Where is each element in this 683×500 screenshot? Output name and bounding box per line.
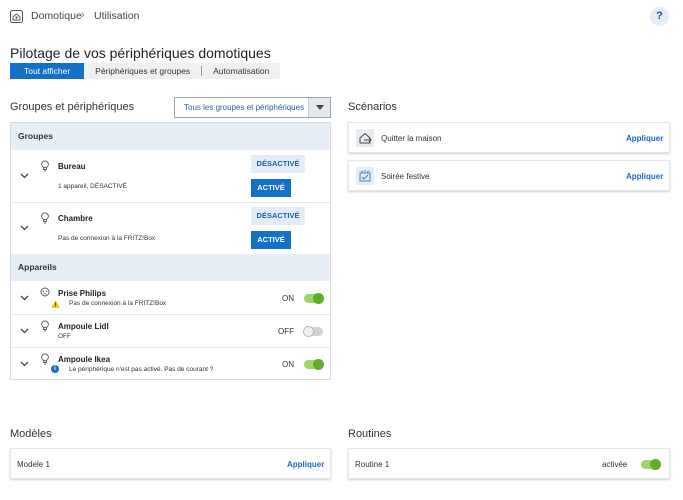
group-status: 1 appareil, DÉSACTIVÉ bbox=[58, 183, 128, 190]
group-deactivate-button[interactable]: DÉSACTIVÉ bbox=[251, 207, 305, 225]
device-status: Pas de connexion à la FRITZ!Box bbox=[69, 300, 167, 307]
device-state-label: ON bbox=[282, 360, 294, 369]
filter-selected-value: Tous les groupes et périphériques bbox=[184, 103, 305, 112]
party-icon bbox=[356, 167, 374, 185]
device-name: Ampoule Lidl bbox=[58, 322, 109, 331]
routine-state-label: activée bbox=[602, 460, 628, 469]
chevron-down-icon[interactable] bbox=[20, 328, 29, 334]
page-title: Pilotage de vos périphériques domotiques bbox=[10, 45, 271, 61]
chevron-down-icon[interactable] bbox=[20, 173, 29, 179]
routine-toggle[interactable] bbox=[641, 459, 661, 470]
routines-section-title: Routines bbox=[348, 428, 392, 440]
plug-icon bbox=[40, 287, 50, 297]
group-activate-button[interactable]: ACTIVÉ bbox=[251, 179, 291, 197]
leave-home-icon bbox=[356, 129, 374, 147]
toggle-knob bbox=[313, 293, 324, 304]
group-status: Pas de connexion à la FRITZ!Box bbox=[58, 235, 156, 242]
tab-automatisation[interactable]: Automatisation bbox=[202, 63, 280, 79]
warning-icon bbox=[51, 300, 60, 308]
chevron-down-icon[interactable] bbox=[20, 295, 29, 301]
model-card[interactable]: Modele 1 Appliquer bbox=[10, 448, 331, 479]
device-toggle[interactable] bbox=[304, 293, 324, 304]
chevron-down-icon[interactable] bbox=[20, 361, 29, 367]
device-state-label: OFF bbox=[278, 327, 294, 336]
info-icon: i bbox=[51, 365, 59, 373]
model-apply-link[interactable]: Appliquer bbox=[287, 460, 324, 469]
row-divider bbox=[11, 314, 330, 315]
scenarios-section-title: Scénarios bbox=[348, 101, 397, 113]
dropdown-button[interactable] bbox=[308, 98, 330, 117]
device-name: Ampoule Ikea bbox=[58, 355, 111, 364]
routine-name: Routine 1 bbox=[355, 460, 390, 469]
bulb-icon bbox=[41, 320, 49, 332]
group-filter-select[interactable]: Tous les groupes et périphériques bbox=[174, 97, 331, 118]
view-tabs: Tout afficher Périphériques et groupes A… bbox=[10, 63, 281, 79]
scenario-name: Quitter la maison bbox=[381, 134, 442, 143]
scenario-card[interactable]: Soirée festive Appliquer bbox=[348, 160, 670, 191]
models-section-title: Modèles bbox=[10, 428, 52, 440]
breadcrumb-current: Utilisation bbox=[94, 10, 140, 22]
group-activate-button[interactable]: ACTIVÉ bbox=[251, 231, 291, 249]
device-name: Prise Philips bbox=[58, 289, 107, 298]
groups-header-label: Groupes bbox=[18, 131, 53, 141]
devices-header-label: Appareils bbox=[18, 262, 57, 272]
device-status: Le périphérique n'est pas activé. Pas de… bbox=[69, 366, 214, 373]
breadcrumb-root[interactable]: Domotique bbox=[31, 10, 82, 22]
bulb-icon bbox=[41, 212, 49, 224]
toggle-knob bbox=[303, 326, 314, 337]
tab-tout-afficher[interactable]: Tout afficher bbox=[10, 63, 85, 79]
help-button[interactable]: ? bbox=[650, 7, 669, 26]
bulb-icon bbox=[41, 353, 49, 365]
group-name: Chambre bbox=[58, 214, 93, 223]
scenario-name: Soirée festive bbox=[381, 172, 430, 181]
group-deactivate-button[interactable]: DÉSACTIVÉ bbox=[251, 155, 305, 173]
group-name: Bureau bbox=[58, 162, 86, 171]
devices-panel: Groupes Bureau 1 appareil, DÉSACTIVÉ DÉS… bbox=[10, 122, 331, 380]
device-toggle[interactable] bbox=[304, 359, 324, 370]
device-toggle[interactable] bbox=[303, 326, 323, 337]
scenario-apply-link[interactable]: Appliquer bbox=[626, 172, 663, 181]
scenario-apply-link[interactable]: Appliquer bbox=[626, 134, 663, 143]
tab-peripheriques-groupes[interactable]: Périphériques et groupes bbox=[84, 63, 201, 79]
devices-section-title: Groupes et périphériques bbox=[10, 101, 135, 113]
chevron-down-icon[interactable] bbox=[20, 225, 29, 231]
bulb-icon bbox=[41, 160, 49, 172]
devices-header: Appareils bbox=[11, 254, 330, 281]
routine-card[interactable]: Routine 1 activée bbox=[348, 448, 670, 479]
toggle-knob bbox=[650, 459, 661, 470]
device-state-label: ON bbox=[282, 294, 294, 303]
row-divider bbox=[11, 202, 330, 203]
scenario-card[interactable]: Quitter la maison Appliquer bbox=[348, 122, 670, 153]
top-bar: Domotique › Utilisation ? bbox=[0, 0, 683, 34]
row-divider bbox=[11, 347, 330, 348]
groups-header: Groupes bbox=[11, 123, 330, 150]
device-status: OFF bbox=[58, 333, 71, 340]
caret-down-icon bbox=[316, 105, 324, 110]
chevron-right-icon: › bbox=[81, 9, 85, 21]
toggle-knob bbox=[313, 359, 324, 370]
smart-home-icon bbox=[10, 10, 23, 23]
model-name: Modele 1 bbox=[17, 460, 50, 469]
